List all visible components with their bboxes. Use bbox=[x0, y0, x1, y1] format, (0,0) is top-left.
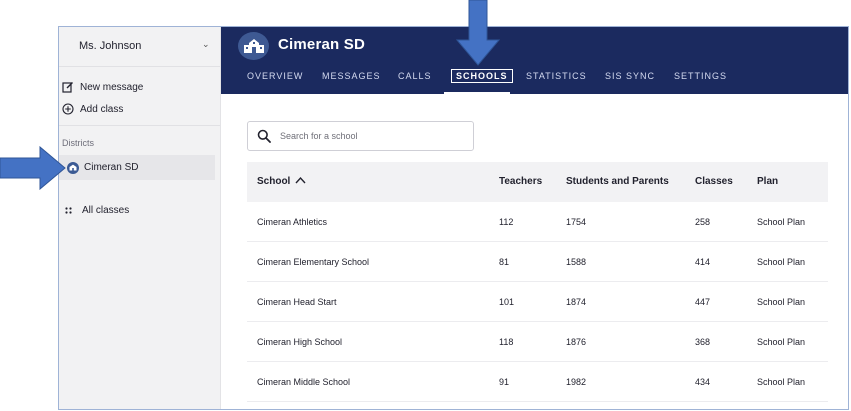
table-row[interactable]: Cimeran Middle School 91 1982 434 School… bbox=[247, 362, 828, 402]
district-item-label: Cimeran SD bbox=[84, 162, 139, 173]
column-header-school-label: School bbox=[257, 176, 291, 187]
cell-students-and-parents: 1874 bbox=[566, 297, 587, 307]
tab-schools[interactable]: SCHOOLS bbox=[451, 69, 513, 83]
search-input[interactable] bbox=[280, 131, 460, 141]
cell-students-and-parents: 1588 bbox=[566, 257, 587, 267]
all-classes-label: All classes bbox=[82, 205, 130, 216]
add-class-label: Add class bbox=[80, 103, 124, 115]
cell-school: Cimeran Athletics bbox=[257, 217, 328, 227]
cell-plan: School Plan bbox=[757, 337, 806, 347]
cell-plan: School Plan bbox=[757, 217, 806, 227]
app-window: Ms. Johnson ⌄ New message Add class Dist… bbox=[58, 26, 849, 410]
cell-students-and-parents: 1754 bbox=[566, 217, 587, 227]
column-header-plan[interactable]: Plan bbox=[757, 176, 778, 187]
compose-icon bbox=[62, 82, 73, 93]
new-message-button[interactable]: New message bbox=[62, 79, 143, 95]
sidebar-item-cimeran-sd[interactable]: Cimeran SD bbox=[59, 155, 215, 180]
column-header-school[interactable]: School bbox=[257, 176, 306, 187]
user-menu[interactable]: Ms. Johnson ⌄ bbox=[59, 27, 220, 67]
table-row[interactable]: Cimeran Elementary School 81 1588 414 Sc… bbox=[247, 242, 828, 282]
schools-table: School Teachers Students and Parents Cla… bbox=[247, 162, 828, 402]
cell-teachers: 81 bbox=[499, 257, 510, 267]
all-classes-link[interactable]: All classes bbox=[65, 205, 129, 216]
add-class-button[interactable]: Add class bbox=[62, 101, 123, 117]
sort-ascending-icon bbox=[295, 176, 306, 184]
search-icon bbox=[257, 129, 271, 143]
arrow-right-icon bbox=[0, 146, 66, 190]
table-header: School Teachers Students and Parents Cla… bbox=[247, 162, 828, 202]
cell-teachers: 118 bbox=[499, 337, 514, 347]
column-header-teachers[interactable]: Teachers bbox=[499, 176, 542, 187]
sidebar: Ms. Johnson ⌄ New message Add class Dist… bbox=[59, 27, 221, 409]
cell-school: Cimeran Middle School bbox=[257, 377, 351, 387]
table-row[interactable]: Cimeran Head Start 101 1874 447 School P… bbox=[247, 282, 828, 322]
cell-classes: 368 bbox=[695, 337, 711, 347]
cell-teachers: 91 bbox=[499, 377, 510, 387]
cell-students-and-parents: 1982 bbox=[566, 377, 587, 387]
cell-classes: 414 bbox=[695, 257, 711, 267]
tab-sis-sync[interactable]: SIS SYNC bbox=[605, 71, 655, 81]
cell-school: Cimeran Head Start bbox=[257, 297, 337, 307]
plus-circle-icon bbox=[62, 103, 74, 115]
tab-bar: OVERVIEW MESSAGES CALLS SCHOOLS STATISTI… bbox=[221, 67, 848, 94]
cell-plan: School Plan bbox=[757, 257, 806, 267]
user-name: Ms. Johnson bbox=[79, 40, 142, 52]
tab-messages[interactable]: MESSAGES bbox=[322, 71, 381, 81]
table-row[interactable]: Cimeran High School 118 1876 368 School … bbox=[247, 322, 828, 362]
cell-school: Cimeran Elementary School bbox=[257, 257, 370, 267]
tab-settings[interactable]: SETTINGS bbox=[674, 71, 727, 81]
page-title: Cimeran SD bbox=[278, 36, 366, 53]
district-header: Cimeran SD OVERVIEW MESSAGES CALLS SCHOO… bbox=[221, 27, 848, 94]
cell-classes: 258 bbox=[695, 217, 711, 227]
school-building-icon bbox=[67, 161, 79, 174]
cell-classes: 434 bbox=[695, 377, 711, 387]
grid-icon bbox=[65, 206, 72, 214]
cell-plan: School Plan bbox=[757, 297, 806, 307]
arrow-down-icon bbox=[456, 0, 500, 66]
cell-plan: School Plan bbox=[757, 377, 806, 387]
cell-students-and-parents: 1876 bbox=[566, 337, 587, 347]
sidebar-divider bbox=[59, 125, 220, 126]
cell-teachers: 112 bbox=[499, 217, 514, 227]
cell-classes: 447 bbox=[695, 297, 711, 307]
search-box bbox=[247, 121, 474, 151]
new-message-label: New message bbox=[80, 81, 144, 93]
table-row[interactable]: Cimeran Athletics 112 1754 258 School Pl… bbox=[247, 202, 828, 242]
tab-calls[interactable]: CALLS bbox=[398, 71, 432, 81]
cell-school: Cimeran High School bbox=[257, 337, 343, 347]
tab-statistics[interactable]: STATISTICS bbox=[526, 71, 587, 81]
district-logo-icon bbox=[238, 32, 269, 60]
column-header-students-and-parents[interactable]: Students and Parents bbox=[566, 176, 669, 187]
column-header-classes[interactable]: Classes bbox=[695, 176, 733, 187]
tab-overview[interactable]: OVERVIEW bbox=[247, 71, 303, 81]
chevron-down-icon: ⌄ bbox=[202, 39, 210, 49]
main-content: School Teachers Students and Parents Cla… bbox=[221, 94, 848, 409]
districts-header: Districts bbox=[62, 138, 94, 148]
cell-teachers: 101 bbox=[499, 297, 515, 307]
